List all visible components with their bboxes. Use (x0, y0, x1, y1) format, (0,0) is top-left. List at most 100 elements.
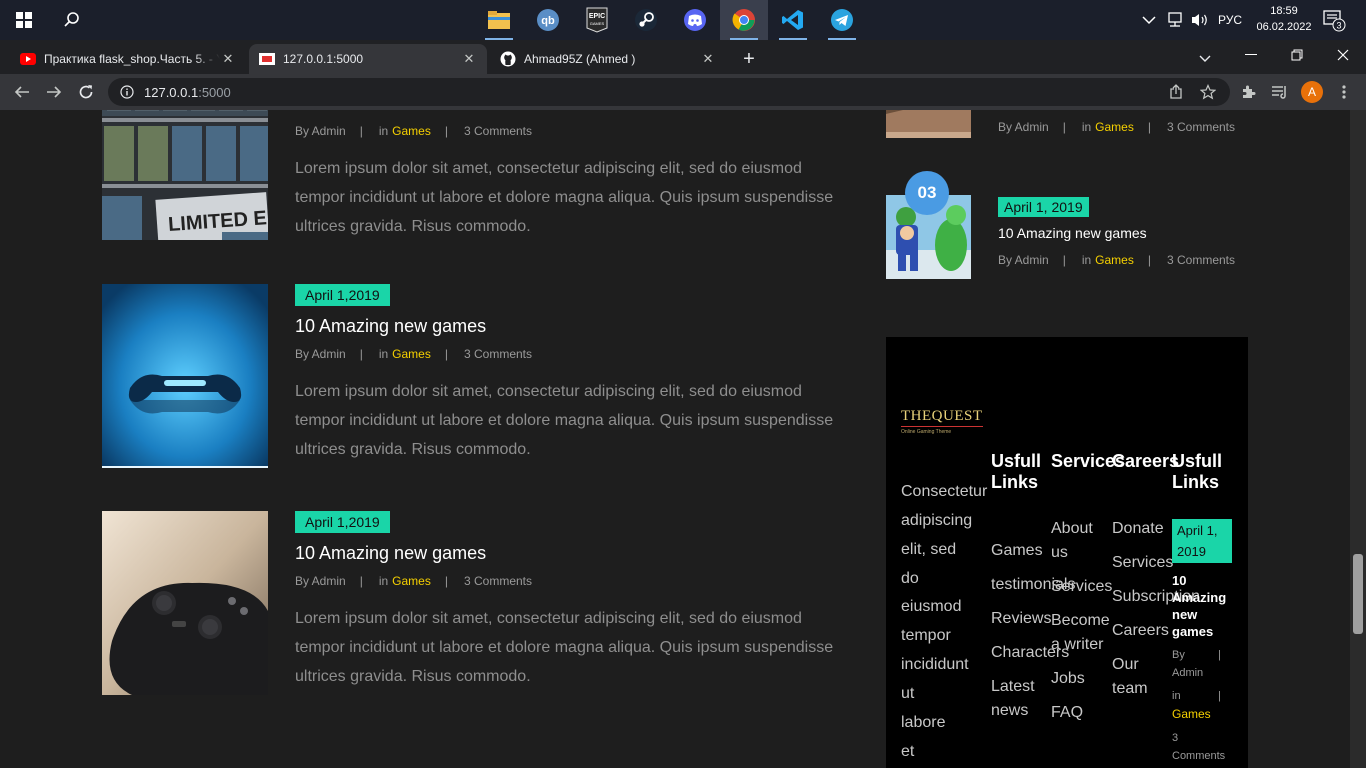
about-line: incididunt (901, 656, 969, 673)
post-author[interactable]: By Admin (998, 120, 1049, 134)
footer-link[interactable]: news (991, 699, 1028, 723)
footer-link[interactable]: Our (1112, 653, 1139, 677)
post-category-link[interactable]: Games (392, 124, 431, 138)
vscode-icon[interactable] (769, 0, 817, 40)
footer-link[interactable]: Jobs (1051, 667, 1085, 691)
about-line: ut (901, 685, 915, 702)
close-window-icon[interactable] (1320, 40, 1366, 70)
footer-col3-heading: Careers (1112, 451, 1180, 471)
post-thumbnail-controller-blue[interactable] (102, 284, 268, 468)
footer-link[interactable]: Careers (1112, 619, 1169, 643)
post-excerpt: Lorem ipsum dolor sit amet, consectetur … (295, 610, 834, 685)
post-author[interactable]: By Admin (295, 347, 346, 361)
epic-games-icon[interactable]: EPIC GAMES (573, 0, 621, 40)
title-line: 10 (1172, 573, 1187, 588)
post-meta: By Admin | in Games | 3 Comments (295, 124, 533, 138)
post-comments-link[interactable]: 3 Comments (464, 574, 532, 588)
post-comments-link[interactable]: 3 Comments (1167, 120, 1235, 134)
windows-start-icon[interactable] (0, 0, 48, 40)
post-author[interactable]: By Admin (998, 253, 1049, 267)
logo-subtitle: Online Gaming Theme (901, 429, 952, 435)
share-icon[interactable] (1168, 84, 1184, 100)
sidebar-post-meta: By Admin | in Games | 3 Comments (998, 253, 1236, 267)
tab-github[interactable]: Ahmad95Z (Ahmed ) ✕ (490, 44, 726, 74)
qbittorrent-icon[interactable]: qb (524, 0, 572, 40)
footer-link[interactable]: Services (1112, 551, 1173, 575)
chrome-icon[interactable] (720, 0, 768, 40)
footer-link[interactable]: Games (991, 539, 1043, 563)
post-in: in (378, 574, 389, 588)
post-thumbnail-game-shelf[interactable]: LIMITED EDI (102, 110, 268, 240)
file-explorer-icon[interactable] (475, 0, 523, 40)
volume-icon[interactable] (1190, 0, 1210, 40)
sidebar-post-title-link[interactable]: 10 Amazing new games (998, 225, 1235, 241)
post-title-link[interactable]: 10 Amazing new games (295, 543, 855, 564)
footer-link[interactable]: Latest (991, 675, 1035, 699)
meta-line: 3 (1172, 732, 1179, 744)
post-comments-link[interactable]: 3 Comments (1167, 253, 1235, 267)
meta-line: in (1172, 690, 1181, 702)
back-icon[interactable] (8, 78, 36, 106)
browser-toolbar: 127.0.0.1:5000 A (0, 74, 1366, 110)
discord-icon[interactable] (671, 0, 719, 40)
site-info-icon[interactable] (120, 85, 134, 99)
tab-localhost[interactable]: 127.0.0.1:5000 ✕ (249, 44, 487, 74)
notifications-icon[interactable]: 3 (1322, 0, 1346, 40)
post-title-link[interactable]: 10 Amazing new games (295, 316, 855, 337)
footer-link[interactable]: FAQ (1051, 701, 1083, 725)
post-comments-link[interactable]: 3 Comments (464, 347, 532, 361)
new-tab-button[interactable]: + (734, 44, 764, 74)
post-category-link[interactable]: Games (1095, 253, 1134, 267)
footer-post-title-link[interactable]: 10 Amazing new games (1172, 572, 1226, 640)
footer-link[interactable]: About (1051, 517, 1093, 541)
scrollbar-thumb[interactable] (1353, 554, 1363, 634)
footer-col4-heading: Usfull Links (1172, 451, 1222, 493)
bookmark-star-icon[interactable] (1200, 84, 1216, 100)
profile-avatar[interactable]: A (1298, 78, 1326, 106)
close-tab-icon[interactable]: ✕ (220, 51, 236, 67)
post-category-link[interactable]: Games (1095, 120, 1134, 134)
extensions-icon[interactable] (1234, 78, 1262, 106)
forward-icon[interactable] (40, 78, 68, 106)
post-comments-link[interactable]: 3 Comments (464, 124, 532, 138)
minimize-icon[interactable] (1228, 40, 1274, 70)
footer-link[interactable]: Donate (1112, 517, 1164, 541)
network-icon[interactable] (1166, 0, 1184, 40)
close-tab-icon[interactable]: ✕ (461, 51, 477, 67)
footer-link[interactable]: Reviews (991, 607, 1051, 631)
about-line: do (901, 570, 919, 587)
sidebar-post-thumbnail[interactable] (886, 110, 971, 138)
footer-col1-heading: Usfull Links (991, 451, 1041, 493)
post-author[interactable]: By Admin (295, 574, 346, 588)
footer-post-category-link[interactable]: Games (1172, 705, 1242, 723)
about-line: adipiscing (901, 512, 973, 529)
chrome-menu-icon[interactable] (1330, 78, 1358, 106)
footer-link[interactable]: team (1112, 677, 1148, 701)
language-indicator[interactable]: РУС (1218, 0, 1242, 40)
restore-icon[interactable] (1274, 40, 1320, 70)
post-thumbnail-controller-dark[interactable] (102, 511, 268, 695)
footer-link[interactable]: Become (1051, 609, 1110, 633)
post-author[interactable]: By Admin (295, 124, 346, 138)
site-logo[interactable]: THEQUEST Online Gaming Theme (901, 407, 983, 435)
close-tab-icon[interactable]: ✕ (700, 51, 716, 67)
tray-chevron-icon[interactable] (1142, 0, 1156, 40)
tab-title: Практика flask_shop.Часть 5. - YouTube (44, 52, 220, 66)
page-scrollbar[interactable] (1350, 110, 1366, 768)
steam-icon[interactable] (622, 0, 670, 40)
post-date-badge: April 1,2019 (295, 284, 390, 306)
footer-link[interactable]: us (1051, 541, 1068, 565)
address-bar[interactable]: 127.0.0.1:5000 (108, 78, 1230, 106)
tab-youtube[interactable]: Практика flask_shop.Часть 5. - YouTube ✕ (10, 44, 246, 74)
tab-search-chevron-icon[interactable] (1190, 44, 1220, 74)
post-category-link[interactable]: Games (392, 347, 431, 361)
footer-link[interactable]: a writer (1051, 633, 1103, 657)
reading-list-icon[interactable] (1266, 78, 1294, 106)
post-date-badge: April 1,2019 (295, 511, 390, 533)
post-category-link[interactable]: Games (392, 574, 431, 588)
system-clock[interactable]: 18:59 06.02.2022 (1254, 3, 1314, 35)
telegram-icon[interactable] (818, 0, 866, 40)
reload-icon[interactable] (72, 78, 100, 106)
footer-link[interactable]: Services (1051, 575, 1112, 599)
search-icon[interactable] (48, 0, 96, 40)
